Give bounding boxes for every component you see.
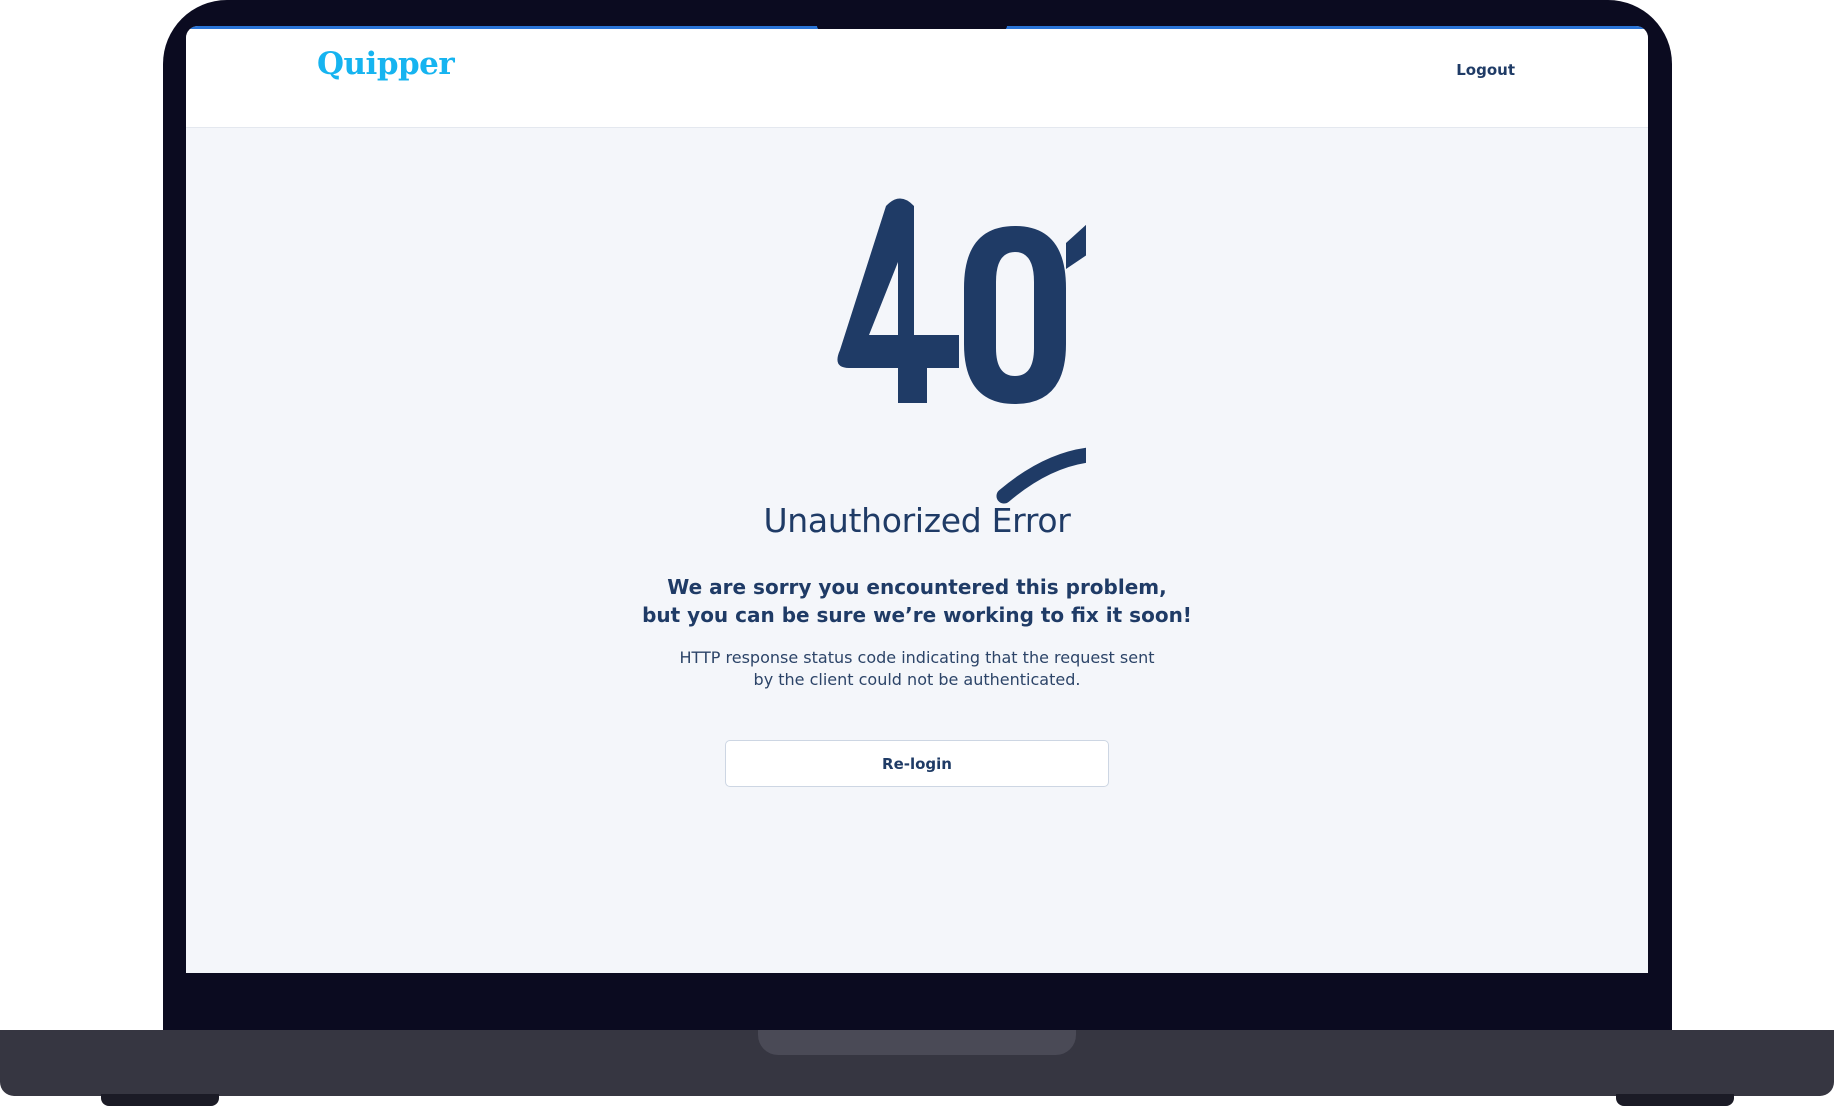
explanation-line-2: by the client could not be authenticated… <box>753 670 1081 689</box>
error-401-illustration <box>837 198 1086 504</box>
explanation-line-1: HTTP response status code indicating tha… <box>679 648 1155 667</box>
error-title: Unauthorized Error <box>763 501 1071 540</box>
laptop-foot-left <box>101 1094 219 1106</box>
digits-401 <box>837 198 1086 404</box>
laptop-base <box>0 1030 1834 1096</box>
trackpad-notch <box>758 1030 1076 1055</box>
apology-line-1: We are sorry you encountered this proble… <box>667 575 1167 599</box>
apology-message: We are sorry you encountered this proble… <box>186 573 1648 629</box>
app-header: Quipper Logout <box>186 29 1648 128</box>
relogin-button[interactable]: Re-login <box>725 740 1109 787</box>
laptop-screen: Quipper Logout Unauthorized Error We are… <box>186 26 1648 973</box>
digit-zero <box>964 226 1066 404</box>
logout-link[interactable]: Logout <box>1456 61 1515 79</box>
apology-line-2: but you can be sure we’re working to fix… <box>642 603 1192 627</box>
sad-face-icon <box>996 447 1086 504</box>
error-explanation: HTTP response status code indicating tha… <box>186 647 1648 691</box>
digit-one <box>1066 224 1086 269</box>
laptop-foot-right <box>1616 1094 1734 1106</box>
quipper-logo[interactable]: Quipper <box>317 46 455 82</box>
digit-four <box>837 198 959 403</box>
